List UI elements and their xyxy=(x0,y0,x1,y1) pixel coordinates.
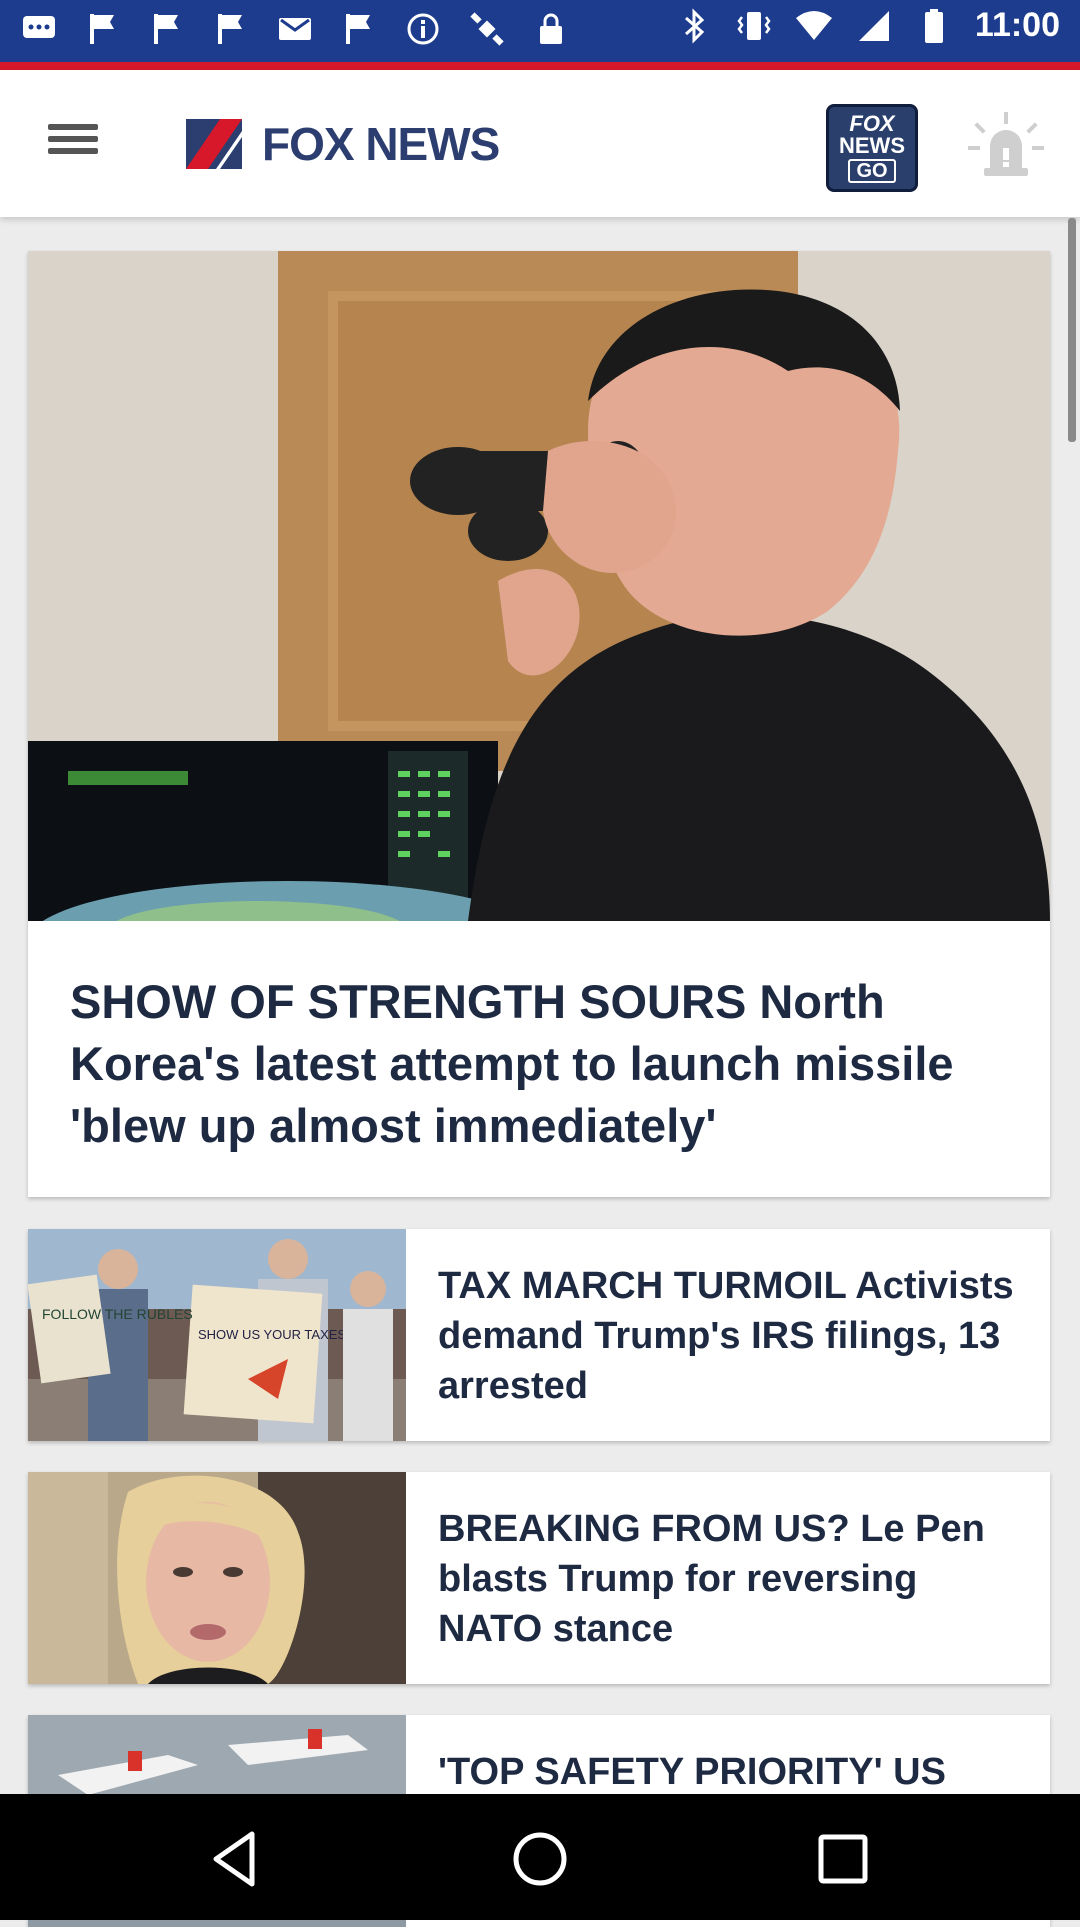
article-card[interactable]: BREAKING FROM US? Le Pen blasts Trump fo… xyxy=(28,1472,1050,1684)
menu-icon-line xyxy=(48,136,98,142)
home-icon xyxy=(513,1832,567,1886)
menu-button[interactable] xyxy=(40,118,106,168)
vibrate-icon xyxy=(735,7,773,45)
battery-icon xyxy=(915,7,953,45)
back-button[interactable] xyxy=(202,1824,272,1894)
siren-icon xyxy=(968,112,1044,176)
mail-icon xyxy=(276,10,314,48)
article-thumbnail xyxy=(28,1472,406,1684)
article-thumbnail: FOLLOW THE RUBLES SHOW US YOUR TAXES! xyxy=(28,1229,406,1441)
flag-icon xyxy=(340,10,378,48)
fox-news-logo[interactable]: FOX NEWS xyxy=(186,116,500,172)
hero-article-image xyxy=(28,251,1050,921)
hero-article-card[interactable]: SHOW OF STRENGTH SOURS North Korea's lat… xyxy=(28,251,1050,1197)
lock-icon xyxy=(532,10,570,48)
scrollbar[interactable] xyxy=(1068,218,1076,442)
go-label-line1: FOX xyxy=(849,111,895,136)
go-label-line2: NEWS xyxy=(839,133,905,158)
message-icon xyxy=(20,10,58,48)
go-label-line3: GO xyxy=(848,159,896,183)
recents-icon xyxy=(818,1834,868,1884)
back-icon xyxy=(213,1831,255,1887)
satellite-icon xyxy=(468,10,506,48)
menu-icon-line xyxy=(48,148,98,154)
article-title[interactable]: BREAKING FROM US? Le Pen blasts Trump fo… xyxy=(438,1504,1028,1654)
status-bar: 11:00 xyxy=(0,0,1080,70)
logo-text: FOX NEWS xyxy=(262,118,500,170)
signal-icon xyxy=(855,7,893,45)
flag-icon xyxy=(212,10,250,48)
article-title[interactable]: 'TOP SAFETY PRIORITY' US xyxy=(438,1747,1028,1797)
notification-icons xyxy=(20,10,570,48)
bluetooth-icon xyxy=(675,7,713,45)
flag-icon xyxy=(148,10,186,48)
article-card[interactable]: FOLLOW THE RUBLES SHOW US YOUR TAXES! TA… xyxy=(28,1229,1050,1441)
info-icon xyxy=(404,10,442,48)
thumb-sign-2: SHOW US YOUR TAXES! xyxy=(198,1327,350,1342)
system-icons: 11:00 xyxy=(675,6,1060,45)
hero-article-title[interactable]: SHOW OF STRENGTH SOURS North Korea's lat… xyxy=(70,971,1020,1157)
fox-logo-mark-icon xyxy=(186,119,242,169)
article-title[interactable]: TAX MARCH TURMOIL Activists demand Trump… xyxy=(438,1261,1028,1411)
alert-button[interactable] xyxy=(968,110,1044,180)
home-button[interactable] xyxy=(505,1824,575,1894)
wifi-icon xyxy=(795,7,833,45)
app-header: FOX NEWS FOX NEWS GO xyxy=(0,70,1080,217)
recents-button[interactable] xyxy=(808,1824,878,1894)
menu-icon-line xyxy=(48,124,98,130)
accent-stripe xyxy=(0,62,1080,70)
navigation-bar xyxy=(0,1794,1080,1920)
fox-news-go-button[interactable]: FOX NEWS GO xyxy=(826,104,918,192)
thumb-sign-1: FOLLOW THE RUBLES xyxy=(42,1306,193,1322)
flag-icon xyxy=(84,10,122,48)
clock: 11:00 xyxy=(974,6,1060,44)
